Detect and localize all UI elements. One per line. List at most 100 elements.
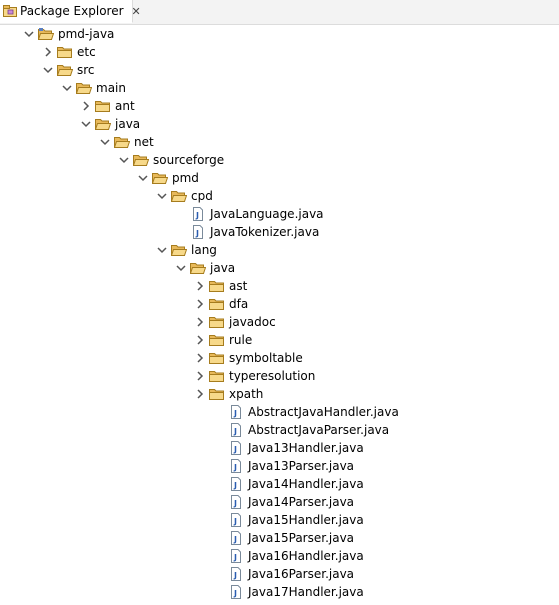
folder-icon: [209, 369, 225, 383]
java-file-icon: J: [228, 531, 244, 545]
tree-item-java[interactable]: java: [0, 115, 559, 133]
tree-item-label: Java13Handler.java: [248, 441, 364, 455]
chevron-right-icon[interactable]: [195, 281, 205, 291]
tree-item-src[interactable]: src: [0, 61, 559, 79]
tree-item-java16parser-java[interactable]: J Java16Parser.java: [0, 565, 559, 583]
tree-item-label: main: [96, 81, 126, 95]
tree-item-label: src: [77, 63, 95, 77]
chevron-placeholder: [176, 227, 186, 237]
tree-item-ast[interactable]: ast: [0, 277, 559, 295]
chevron-right-icon[interactable]: [195, 317, 205, 327]
tab-title: Package Explorer: [20, 4, 124, 18]
java-file-icon: J: [228, 459, 244, 473]
chevron-down-icon[interactable]: [43, 65, 53, 75]
tree-item-dfa[interactable]: dfa: [0, 295, 559, 313]
chevron-placeholder: [214, 497, 224, 507]
java-file-icon: J: [190, 225, 206, 239]
folder-open-icon: [171, 189, 187, 203]
chevron-placeholder: [214, 461, 224, 471]
tree-item-net[interactable]: net: [0, 133, 559, 151]
java-file-icon: J: [228, 441, 244, 455]
chevron-down-icon[interactable]: [81, 119, 91, 129]
svg-text:J: J: [233, 517, 237, 526]
project-folder-icon: [38, 27, 54, 41]
chevron-placeholder: [214, 569, 224, 579]
svg-text:J: J: [233, 445, 237, 454]
folder-open-icon: [76, 81, 92, 95]
java-file-icon: J: [228, 549, 244, 563]
java-file-icon: J: [228, 405, 244, 419]
chevron-right-icon[interactable]: [43, 47, 53, 57]
package-explorer-tab[interactable]: Package Explorer ✕: [0, 0, 141, 23]
tree-item-pmd-java[interactable]: pmd-java: [0, 25, 559, 43]
tree-item-java14handler-java[interactable]: J Java14Handler.java: [0, 475, 559, 493]
tree-item-label: Java16Parser.java: [248, 567, 355, 581]
tree-item-symboltable[interactable]: symboltable: [0, 349, 559, 367]
tree-item-sourceforge[interactable]: sourceforge: [0, 151, 559, 169]
folder-open-icon: [190, 261, 206, 275]
tree-item-typeresolution[interactable]: typeresolution: [0, 367, 559, 385]
tree-item-ant[interactable]: ant: [0, 97, 559, 115]
folder-open-icon: [133, 153, 149, 167]
chevron-down-icon[interactable]: [157, 245, 167, 255]
svg-text:J: J: [233, 571, 237, 580]
chevron-down-icon[interactable]: [176, 263, 186, 273]
tree-item-label: ant: [115, 99, 135, 113]
tree-item-java15parser-java[interactable]: J Java15Parser.java: [0, 529, 559, 547]
java-file-icon: J: [228, 423, 244, 437]
chevron-right-icon[interactable]: [195, 299, 205, 309]
package-explorer-tree: pmd-java etc src main ant java net sourceforge p…: [0, 25, 559, 605]
chevron-right-icon[interactable]: [81, 101, 91, 111]
tree-item-javalanguage-java[interactable]: J JavaLanguage.java: [0, 205, 559, 223]
tree-item-etc[interactable]: etc: [0, 43, 559, 61]
package-explorer-icon: [3, 5, 17, 17]
chevron-down-icon[interactable]: [100, 137, 110, 147]
tree-item-label: net: [134, 135, 154, 149]
tree-item-label: Java15Parser.java: [248, 531, 355, 545]
chevron-down-icon[interactable]: [138, 173, 148, 183]
folder-icon: [209, 351, 225, 365]
folder-icon: [209, 297, 225, 311]
tree-item-rule[interactable]: rule: [0, 331, 559, 349]
chevron-down-icon[interactable]: [119, 155, 129, 165]
folder-open-icon: [114, 135, 130, 149]
chevron-down-icon[interactable]: [62, 83, 72, 93]
java-file-icon: J: [228, 513, 244, 527]
tree-item-label: rule: [229, 333, 253, 347]
chevron-right-icon[interactable]: [195, 371, 205, 381]
chevron-right-icon[interactable]: [195, 353, 205, 363]
tree-item-pmd[interactable]: pmd: [0, 169, 559, 187]
folder-open-icon: [95, 117, 111, 131]
tree-item-java17handler-java[interactable]: J Java17Handler.java: [0, 583, 559, 601]
tree-item-cpd[interactable]: cpd: [0, 187, 559, 205]
tree-item-label: Java16Handler.java: [248, 549, 364, 563]
tree-item-label: dfa: [229, 297, 249, 311]
tree-item-lang[interactable]: lang: [0, 241, 559, 259]
tree-item-java16handler-java[interactable]: J Java16Handler.java: [0, 547, 559, 565]
tree-item-javadoc[interactable]: javadoc: [0, 313, 559, 331]
chevron-placeholder: [176, 209, 186, 219]
close-icon[interactable]: ✕: [132, 6, 141, 17]
tree-item-main[interactable]: main: [0, 79, 559, 97]
chevron-placeholder: [214, 551, 224, 561]
folder-open-icon: [171, 243, 187, 257]
tree-item-java[interactable]: java: [0, 259, 559, 277]
svg-text:J: J: [233, 535, 237, 544]
chevron-down-icon[interactable]: [24, 29, 34, 39]
svg-text:J: J: [233, 463, 237, 472]
chevron-right-icon[interactable]: [195, 335, 205, 345]
chevron-down-icon[interactable]: [157, 191, 167, 201]
tree-item-javatokenizer-java[interactable]: J JavaTokenizer.java: [0, 223, 559, 241]
tree-item-java13handler-java[interactable]: J Java13Handler.java: [0, 439, 559, 457]
tree-item-java14parser-java[interactable]: J Java14Parser.java: [0, 493, 559, 511]
tree-item-java13parser-java[interactable]: J Java13Parser.java: [0, 457, 559, 475]
svg-text:J: J: [233, 589, 237, 598]
tree-item-label: etc: [77, 45, 96, 59]
tree-item-abstractjavahandler-java[interactable]: J AbstractJavaHandler.java: [0, 403, 559, 421]
tree-item-java15handler-java[interactable]: J Java15Handler.java: [0, 511, 559, 529]
folder-open-icon: [152, 171, 168, 185]
tree-item-abstractjavaparser-java[interactable]: J AbstractJavaParser.java: [0, 421, 559, 439]
tree-item-xpath[interactable]: xpath: [0, 385, 559, 403]
tree-item-label: lang: [191, 243, 217, 257]
chevron-right-icon[interactable]: [195, 389, 205, 399]
